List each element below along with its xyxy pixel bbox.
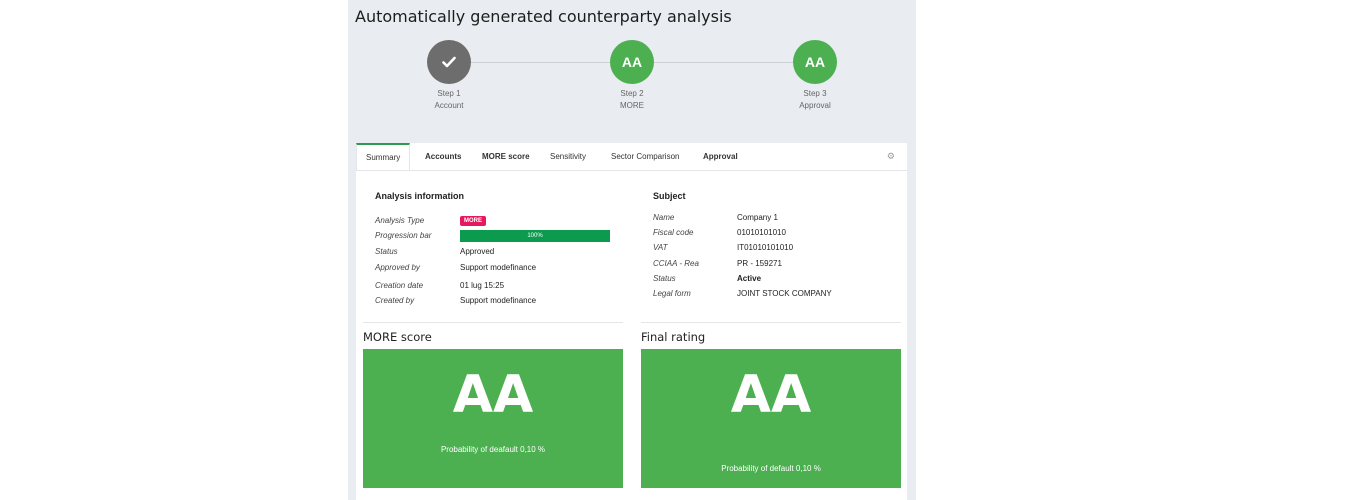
tab-summary[interactable]: Summary	[356, 143, 411, 170]
approved-by-label: Approved by	[375, 263, 420, 272]
analysis-type-badge: MORE	[460, 216, 486, 226]
cciaa-label: CCIAA - Rea	[653, 259, 699, 268]
cciaa-value: PR - 159271	[737, 259, 782, 268]
check-icon	[442, 56, 456, 68]
step-1-label: Account	[434, 101, 464, 110]
step-2-label: MORE	[620, 101, 644, 110]
step-1-number: Step 1	[437, 89, 461, 98]
subject-name-value: Company 1	[737, 213, 778, 222]
created-by-label: Created by	[375, 296, 415, 305]
more-score-title: MORE score	[363, 330, 432, 344]
progress-label: Progression bar	[375, 231, 432, 240]
analysis-info-section: Analysis information Analysis Type MORE …	[363, 177, 623, 323]
final-rating-title: Final rating	[641, 330, 706, 344]
step-1[interactable]: Step 1 Account	[404, 40, 494, 112]
more-score-box: AA Probability of deafault 0,10 %	[363, 349, 623, 488]
legal-form-value: JOINT STOCK COMPANY	[737, 289, 832, 298]
subject-status-label: Status	[653, 274, 676, 283]
step-2-circle: AA	[610, 40, 654, 84]
tab-sensitivity[interactable]: Sensitivity	[550, 143, 586, 170]
step-1-circle	[427, 40, 471, 84]
tab-approval[interactable]: Approval	[703, 143, 738, 170]
status-label: Status	[375, 247, 398, 256]
step-2-number: Step 2	[620, 89, 644, 98]
vat-value: IT01010101010	[737, 243, 794, 252]
more-score-probability: Probability of deafault 0,10 %	[440, 445, 546, 454]
tab-more-score[interactable]: MORE score	[482, 143, 530, 170]
main-panel: Automatically generated counterparty ana…	[348, 0, 916, 500]
analysis-type-label: Analysis Type	[375, 216, 425, 225]
status-value: Approved	[460, 247, 495, 256]
vat-label: VAT	[653, 243, 668, 252]
gear-icon[interactable]: ⚙	[887, 151, 895, 162]
analysis-info-title: Analysis information	[375, 191, 465, 201]
creation-date-label: Creation date	[375, 281, 424, 290]
final-rating-box: AA Probability of default 0,10 %	[641, 349, 901, 488]
page-title: Automatically generated counterparty ana…	[355, 7, 732, 26]
analysis-card: Summary Accounts MORE score Sensitivity …	[356, 143, 907, 500]
progress-bar: 100%	[460, 230, 610, 242]
progress-fill: 100%	[460, 230, 610, 242]
created-by-value: Support modefinance	[460, 296, 537, 305]
creation-date-value: 01 lug 15:25	[460, 281, 505, 290]
final-rating-probability: Probability of default 0,10 %	[721, 464, 821, 473]
legal-form-label: Legal form	[653, 289, 691, 298]
subject-name-label: Name	[653, 213, 675, 222]
step-3[interactable]: AA Step 3 Approval	[770, 40, 860, 112]
step-3-label: Approval	[799, 101, 831, 110]
subject-status-value: Active	[737, 274, 762, 283]
step-3-number: Step 3	[803, 89, 827, 98]
subject-title: Subject	[653, 191, 686, 201]
tab-sector-comparison[interactable]: Sector Comparison	[611, 143, 679, 170]
step-2[interactable]: AA Step 2 MORE	[587, 40, 677, 112]
tab-bar: Summary Accounts MORE score Sensitivity …	[356, 143, 907, 171]
tab-accounts[interactable]: Accounts	[425, 143, 461, 170]
subject-section: Subject Name Company 1 Fiscal code 01010…	[641, 177, 901, 323]
fiscal-code-value: 01010101010	[737, 228, 786, 237]
fiscal-code-label: Fiscal code	[653, 228, 694, 237]
approved-by-value: Support modefinance	[460, 263, 537, 272]
more-score-rating: AA	[452, 365, 534, 425]
step-3-circle: AA	[793, 40, 837, 84]
final-rating-value: AA	[730, 365, 812, 425]
